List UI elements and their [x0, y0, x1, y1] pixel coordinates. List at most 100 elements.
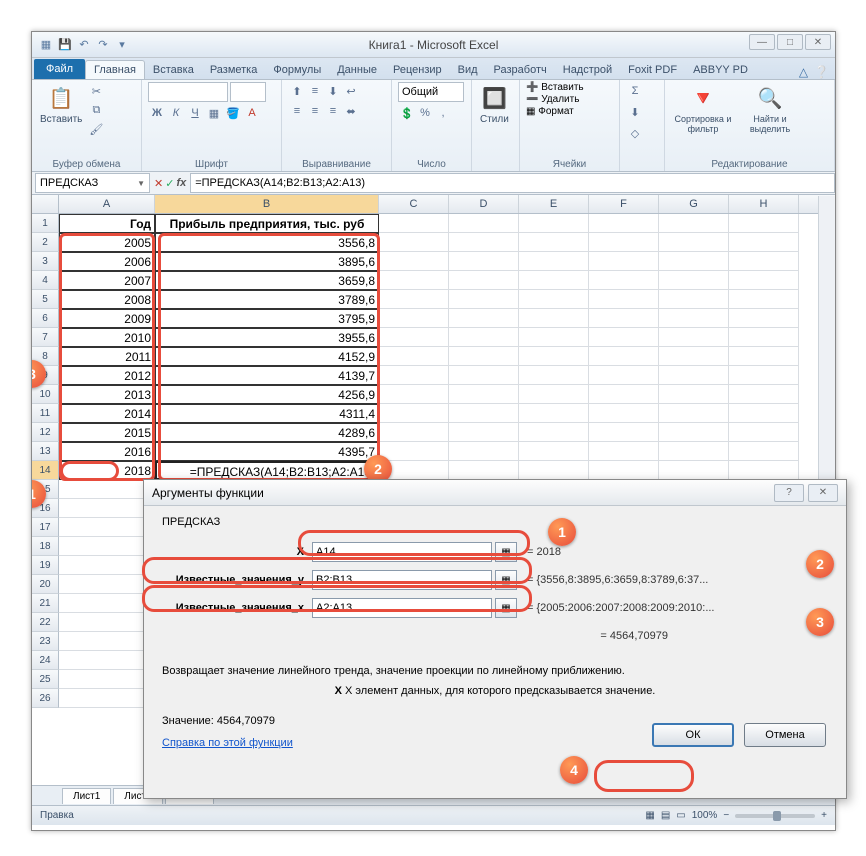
cell-C7[interactable]	[379, 328, 449, 347]
cell-B10[interactable]: 4256,9	[155, 385, 379, 404]
cell-D1[interactable]	[449, 214, 519, 233]
view-layout-icon[interactable]: ▤	[661, 810, 670, 821]
cell-A6[interactable]: 2009	[59, 309, 155, 328]
row-header[interactable]: 7	[32, 328, 59, 347]
cell-E1[interactable]	[519, 214, 589, 233]
row-header[interactable]: 13	[32, 442, 59, 461]
row-header[interactable]: 9	[32, 366, 59, 385]
cell-A25[interactable]	[59, 670, 155, 689]
qat-dropdown-icon[interactable]: ▾	[114, 37, 130, 53]
tab-addins[interactable]: Надстрой	[555, 61, 620, 79]
cell-A26[interactable]	[59, 689, 155, 708]
cell-D12[interactable]	[449, 423, 519, 442]
cell-H7[interactable]	[729, 328, 799, 347]
cell-E5[interactable]	[519, 290, 589, 309]
cell-G3[interactable]	[659, 252, 729, 271]
file-tab[interactable]: Файл	[34, 59, 85, 79]
align-right-icon[interactable]: ≡	[324, 102, 342, 120]
cell-E4[interactable]	[519, 271, 589, 290]
cell-D14[interactable]	[449, 461, 519, 480]
namebox-dropdown-icon[interactable]: ▼	[137, 179, 145, 188]
arg-y-input[interactable]	[312, 570, 492, 590]
cell-D10[interactable]	[449, 385, 519, 404]
view-break-icon[interactable]: ▭	[676, 810, 685, 821]
cell-G1[interactable]	[659, 214, 729, 233]
cell-A23[interactable]	[59, 632, 155, 651]
size-combo[interactable]	[230, 82, 266, 102]
row-header[interactable]: 21	[32, 594, 59, 613]
help-icon[interactable]: ❔	[814, 65, 829, 79]
cell-C12[interactable]	[379, 423, 449, 442]
cell-A12[interactable]: 2015	[59, 423, 155, 442]
cell-A4[interactable]: 2007	[59, 271, 155, 290]
cell-A21[interactable]	[59, 594, 155, 613]
cell-G10[interactable]	[659, 385, 729, 404]
cell-F10[interactable]	[589, 385, 659, 404]
maximize-button[interactable]: □	[777, 34, 803, 50]
cell-B5[interactable]: 3789,6	[155, 290, 379, 309]
name-box[interactable]: ПРЕДСКАЗ ▼	[35, 173, 150, 193]
col-header-A[interactable]: A	[59, 195, 155, 213]
col-header-E[interactable]: E	[519, 195, 589, 213]
fill-icon[interactable]: ⬇	[626, 103, 644, 121]
row-header[interactable]: 2	[32, 233, 59, 252]
cell-E10[interactable]	[519, 385, 589, 404]
arg-y-ref-button[interactable]: ▦	[495, 570, 517, 590]
cell-A3[interactable]: 2006	[59, 252, 155, 271]
tab-developer[interactable]: Разработч	[486, 61, 555, 79]
cell-C11[interactable]	[379, 404, 449, 423]
find-select-button[interactable]: 🔍 Найти и выделить	[738, 82, 802, 136]
cell-A16[interactable]	[59, 499, 155, 518]
cell-F4[interactable]	[589, 271, 659, 290]
row-header[interactable]: 8	[32, 347, 59, 366]
minimize-ribbon-icon[interactable]: △	[799, 65, 808, 79]
cell-F5[interactable]	[589, 290, 659, 309]
cell-F13[interactable]	[589, 442, 659, 461]
cell-F9[interactable]	[589, 366, 659, 385]
minimize-button[interactable]: —	[749, 34, 775, 50]
zoom-out-icon[interactable]: −	[723, 810, 729, 821]
row-header[interactable]: 12	[32, 423, 59, 442]
cell-E8[interactable]	[519, 347, 589, 366]
clear-icon[interactable]: ◇	[626, 124, 644, 142]
cell-D7[interactable]	[449, 328, 519, 347]
cell-E9[interactable]	[519, 366, 589, 385]
row-header[interactable]: 17	[32, 518, 59, 537]
cell-G8[interactable]	[659, 347, 729, 366]
tab-home[interactable]: Главная	[85, 60, 145, 79]
cell-F3[interactable]	[589, 252, 659, 271]
comma-icon[interactable]: ,	[434, 104, 452, 122]
autosum-icon[interactable]: Σ	[626, 82, 644, 100]
row-header[interactable]: 6	[32, 309, 59, 328]
insert-cells[interactable]: ➕ Вставить	[526, 82, 584, 93]
merge-icon[interactable]: ⬌	[342, 102, 360, 120]
cell-H5[interactable]	[729, 290, 799, 309]
cell-F1[interactable]	[589, 214, 659, 233]
cell-B2[interactable]: 3556,8	[155, 233, 379, 252]
cell-D11[interactable]	[449, 404, 519, 423]
cell-H4[interactable]	[729, 271, 799, 290]
row-header[interactable]: 10	[32, 385, 59, 404]
cell-G9[interactable]	[659, 366, 729, 385]
col-header-B[interactable]: B	[155, 195, 379, 213]
delete-cells[interactable]: ➖ Удалить	[526, 94, 579, 105]
row-header[interactable]: 1	[32, 214, 59, 233]
cell-E3[interactable]	[519, 252, 589, 271]
cancel-formula-icon[interactable]: ✕	[154, 177, 163, 190]
wrap-icon[interactable]: ↩	[342, 82, 360, 100]
cell-H6[interactable]	[729, 309, 799, 328]
redo-icon[interactable]: ↷	[95, 37, 111, 53]
cell-F11[interactable]	[589, 404, 659, 423]
cell-G5[interactable]	[659, 290, 729, 309]
cell-E14[interactable]	[519, 461, 589, 480]
save-icon[interactable]: 💾	[57, 37, 73, 53]
cell-A8[interactable]: 2011	[59, 347, 155, 366]
row-header[interactable]: 16	[32, 499, 59, 518]
tab-review[interactable]: Рецензир	[385, 61, 450, 79]
row-header[interactable]: 15	[32, 480, 59, 499]
cell-E13[interactable]	[519, 442, 589, 461]
cell-C6[interactable]	[379, 309, 449, 328]
row-header[interactable]: 5	[32, 290, 59, 309]
select-all-corner[interactable]	[32, 195, 59, 213]
zoom-in-icon[interactable]: +	[821, 810, 827, 821]
